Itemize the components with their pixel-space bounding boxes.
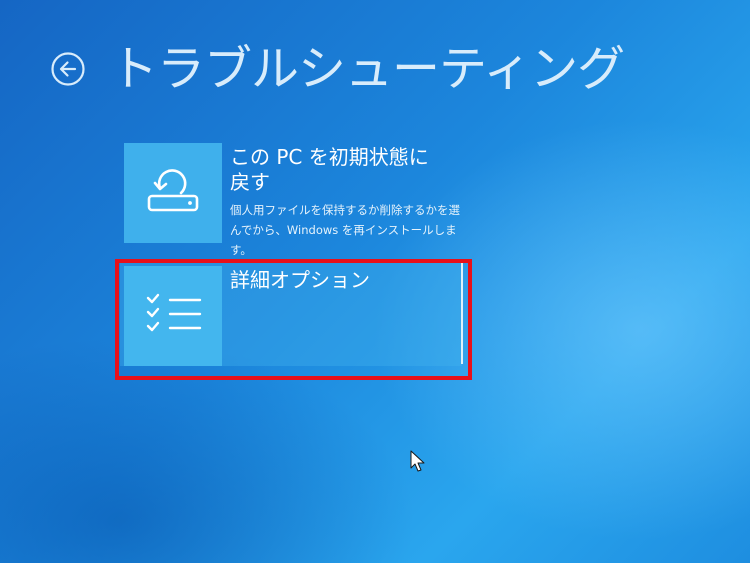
option-title-line: この PC を初期状態に	[230, 145, 429, 169]
option-tile	[124, 143, 222, 243]
focus-border	[461, 262, 463, 364]
advanced-options-option[interactable]: 詳細オプション	[120, 262, 464, 366]
reset-pc-icon	[147, 169, 199, 212]
troubleshoot-screen: トラブルシューティング この PC を初期状態に 戻す 個人用ファイルを保持する…	[0, 0, 750, 563]
back-arrow-icon	[51, 52, 85, 86]
checklist-icon	[146, 293, 202, 332]
option-description-line: んでから、Windows を再インストールします。	[230, 223, 457, 257]
option-tile	[124, 266, 222, 366]
option-title: この PC を初期状態に 戻す	[230, 145, 460, 195]
mouse-cursor-icon	[410, 450, 425, 472]
back-button[interactable]	[50, 51, 86, 87]
option-description-line: 個人用ファイルを保持するか削除するかを選	[230, 203, 460, 217]
option-title: 詳細オプション	[230, 268, 370, 292]
page-title: トラブルシューティング	[110, 41, 625, 97]
option-description: 個人用ファイルを保持するか削除するかを選 んでから、Windows を再インスト…	[230, 200, 466, 260]
option-title-line: 戻す	[230, 170, 270, 194]
reset-pc-option[interactable]: この PC を初期状態に 戻す 個人用ファイルを保持するか削除するかを選 んでか…	[124, 143, 464, 257]
